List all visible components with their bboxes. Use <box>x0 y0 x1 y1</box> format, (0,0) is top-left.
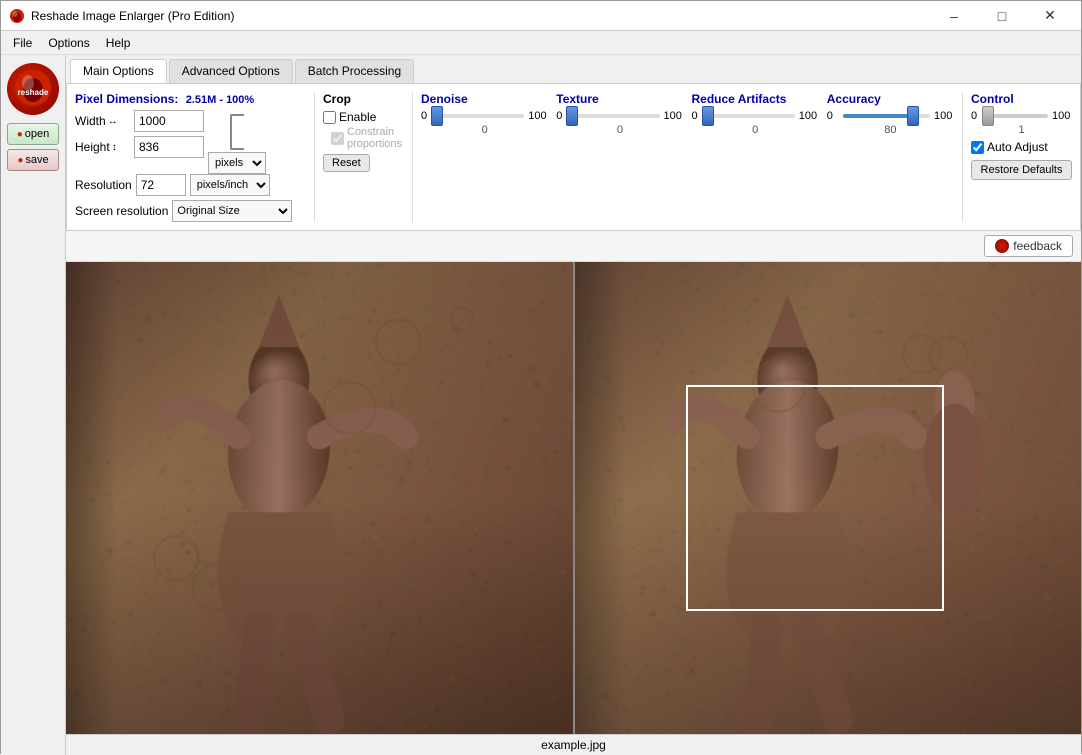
denoise-title: Denoise <box>421 92 548 106</box>
maximize-button[interactable]: □ <box>979 2 1025 30</box>
crop-constrain-label: Constrainproportions <box>347 126 402 150</box>
left-sidebar: reshade ● open ● save <box>1 55 66 755</box>
accuracy-title: Accuracy <box>827 92 954 106</box>
control-title: Control <box>971 92 1072 106</box>
denoise-thumb[interactable] <box>431 106 443 126</box>
menu-options[interactable]: Options <box>40 34 97 52</box>
crop-enable-label: Enable <box>339 110 376 124</box>
reduce-artifacts-thumb[interactable] <box>702 106 714 126</box>
feedback-bar: feedback <box>66 231 1081 262</box>
app-icon <box>9 8 25 24</box>
logo: reshade <box>7 63 59 115</box>
window-controls: – □ ✕ <box>931 2 1073 30</box>
reduce-artifacts-max: 100 <box>799 110 819 122</box>
texture-max: 100 <box>664 110 684 122</box>
denoise-slider[interactable] <box>437 114 524 118</box>
screen-res-label: Screen resolution <box>75 204 168 218</box>
close-button[interactable]: ✕ <box>1027 2 1073 30</box>
auto-adjust-label: Auto Adjust <box>987 140 1048 154</box>
save-button[interactable]: ● save <box>7 149 59 171</box>
accuracy-max: 100 <box>934 110 954 122</box>
menu-bar: File Options Help <box>1 31 1081 55</box>
crop-constrain-checkbox[interactable] <box>331 132 344 145</box>
crop-section: Crop Enable Constrainproportions Reset <box>323 92 413 222</box>
menu-help[interactable]: Help <box>98 34 139 52</box>
options-panel: Pixel Dimensions: 2.51M - 100% Width ↔ <box>66 84 1081 231</box>
reduce-artifacts-title: Reduce Artifacts <box>692 92 819 106</box>
resolution-unit-select[interactable]: pixels/inch pixels/cm <box>190 174 270 196</box>
height-label: Height ↕ <box>75 140 130 154</box>
accuracy-thumb[interactable] <box>907 106 919 126</box>
filename: example.jpg <box>541 738 606 752</box>
tab-main-options[interactable]: Main Options <box>70 59 167 83</box>
pixel-dimensions-section: Pixel Dimensions: 2.51M - 100% Width ↔ <box>75 92 315 222</box>
crop-enable-checkbox[interactable] <box>323 111 336 124</box>
tab-advanced-options[interactable]: Advanced Options <box>169 59 293 83</box>
texture-thumb[interactable] <box>566 106 578 126</box>
accuracy-fill <box>843 114 913 118</box>
resolution-input[interactable] <box>136 174 186 196</box>
pixel-dimensions-title: Pixel Dimensions: 2.51M - 100% <box>75 92 306 106</box>
feedback-button[interactable]: feedback <box>984 235 1073 257</box>
reshade-logo: reshade <box>13 68 53 108</box>
control-section: Control 0 100 1 Auto Adjust Res <box>962 92 1072 222</box>
texture-section: Texture 0 100 0 <box>556 92 683 222</box>
denoise-max: 100 <box>528 110 548 122</box>
right-image-canvas <box>575 262 1082 734</box>
crop-reset-button[interactable]: Reset <box>323 154 370 172</box>
reduce-artifacts-section: Reduce Artifacts 0 100 0 <box>692 92 819 222</box>
width-input[interactable] <box>134 110 204 132</box>
control-slider[interactable] <box>987 114 1048 118</box>
feedback-icon <box>995 239 1009 253</box>
auto-adjust-checkbox[interactable] <box>971 141 984 154</box>
accuracy-min: 0 <box>827 110 839 122</box>
crop-title: Crop <box>323 92 404 106</box>
sliders-area: Denoise 0 100 0 Texture 0 <box>421 92 1072 222</box>
svg-text:reshade: reshade <box>18 88 49 97</box>
accuracy-value: 80 <box>827 124 954 136</box>
tabs-bar: Main Options Advanced Options Batch Proc… <box>66 55 1081 84</box>
texture-slider[interactable] <box>572 114 659 118</box>
texture-title: Texture <box>556 92 683 106</box>
resolution-label: Resolution <box>75 178 132 192</box>
accuracy-section: Accuracy 0 100 80 <box>827 92 954 222</box>
reduce-artifacts-slider[interactable] <box>708 114 795 118</box>
accuracy-slider[interactable] <box>843 114 930 118</box>
minimize-button[interactable]: – <box>931 2 977 30</box>
tab-batch-processing[interactable]: Batch Processing <box>295 59 414 83</box>
pixel-dimensions-value: 2.51M - 100% <box>186 94 254 106</box>
right-image-panel <box>575 262 1082 734</box>
restore-defaults-button[interactable]: Restore Defaults <box>971 160 1072 180</box>
height-input[interactable] <box>134 136 204 158</box>
filename-bar: example.jpg <box>66 734 1081 755</box>
unit-select[interactable]: pixels inches cm <box>208 152 266 174</box>
control-max: 100 <box>1052 110 1072 122</box>
left-image-panel <box>66 262 573 734</box>
title-bar: Reshade Image Enlarger (Pro Edition) – □… <box>1 1 1081 31</box>
feedback-label: feedback <box>1013 239 1062 253</box>
screen-res-select[interactable]: Original Size Fit to Screen Fill Screen <box>172 200 292 222</box>
images-area <box>66 262 1081 734</box>
width-label: Width ↔ <box>75 114 130 128</box>
control-thumb[interactable] <box>982 106 994 126</box>
left-image-canvas <box>66 262 573 734</box>
denoise-section: Denoise 0 100 0 <box>421 92 548 222</box>
link-proportions-icon <box>230 114 244 150</box>
open-button[interactable]: ● open <box>7 123 59 145</box>
menu-file[interactable]: File <box>5 34 40 52</box>
app-title: Reshade Image Enlarger (Pro Edition) <box>31 9 234 23</box>
